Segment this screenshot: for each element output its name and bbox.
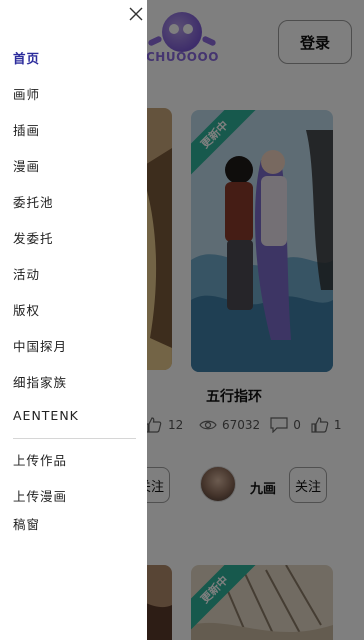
menu-item-commission-pool[interactable]: 委托池 xyxy=(13,192,54,211)
menu-item-lunar-exploration[interactable]: 中国探月 xyxy=(13,336,67,355)
menu-item-artists[interactable]: 画师 xyxy=(13,84,40,103)
menu-item-upload-work[interactable]: 上传作品 xyxy=(13,450,67,469)
close-icon xyxy=(129,7,143,21)
side-drawer: 首页 画师 插画 漫画 委托池 发委托 活动 版权 中国探月 细指家族 AENT… xyxy=(0,0,147,640)
menu-item-upload-comic[interactable]: 上传漫画 xyxy=(13,486,67,505)
menu-item-comics[interactable]: 漫画 xyxy=(13,156,40,175)
menu-divider xyxy=(13,438,136,439)
menu-item-family[interactable]: 细指家族 xyxy=(13,372,67,391)
menu-item-copyright[interactable]: 版权 xyxy=(13,300,40,319)
menu-item-drafts[interactable]: 稿窗 xyxy=(13,514,40,533)
close-button[interactable] xyxy=(126,4,146,24)
menu-item-home[interactable]: 首页 xyxy=(13,48,40,67)
menu-item-illustrations[interactable]: 插画 xyxy=(13,120,40,139)
menu-item-aentenk[interactable]: AENTENK xyxy=(13,408,79,423)
menu-item-events[interactable]: 活动 xyxy=(13,264,40,283)
menu-item-post-commission[interactable]: 发委托 xyxy=(13,228,54,247)
